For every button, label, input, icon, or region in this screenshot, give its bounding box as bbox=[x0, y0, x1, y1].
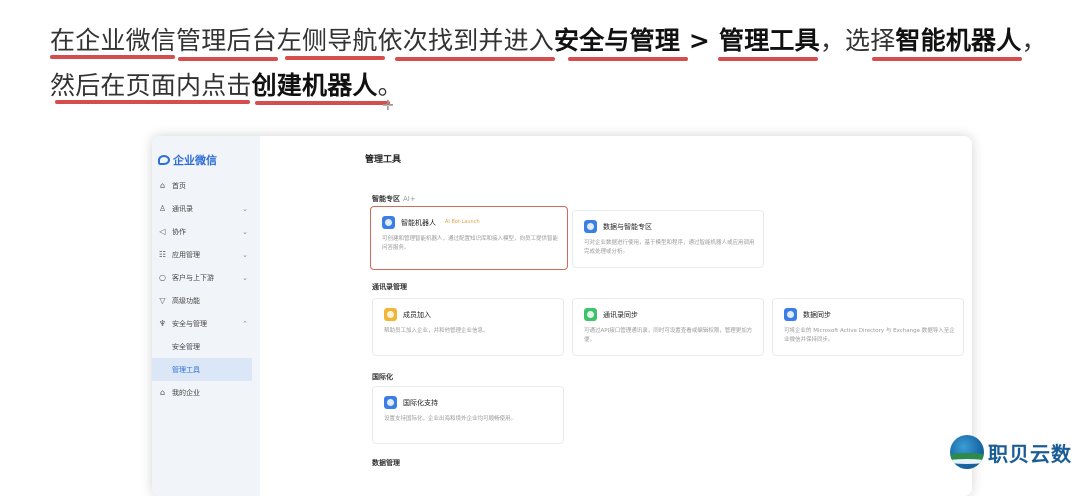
logo-text: 企业微信 bbox=[173, 154, 217, 167]
tile-title: 数据同步 bbox=[803, 311, 831, 319]
instr-highlight: 管理工具 bbox=[719, 26, 820, 55]
home-icon: ⌂ bbox=[159, 181, 166, 190]
section-title: 通讯录管理 bbox=[372, 283, 407, 291]
watermark: 职贝云数 bbox=[950, 435, 1072, 469]
sidebar-item-label: 高级功能 bbox=[172, 296, 200, 305]
sidebar-item-label: 应用管理 bbox=[172, 250, 200, 259]
instr-part: 然后在页面内点击 bbox=[50, 71, 252, 100]
sidebar-item-contacts[interactable]: ♙ 通讯录 ⌄ bbox=[152, 197, 260, 220]
underline-mark bbox=[395, 57, 555, 61]
underline-mark bbox=[872, 57, 1022, 61]
instr-part: 在企业微信管理后台左侧导航依次找到并进入 bbox=[50, 26, 555, 55]
chevron-down-icon: ⌄ bbox=[242, 273, 248, 282]
tile-title: 数据与智能专区 bbox=[603, 223, 652, 231]
member-icon bbox=[384, 308, 397, 321]
instr-part: ， bbox=[1021, 26, 1047, 55]
instr-part: ，选择 bbox=[819, 26, 896, 55]
sidebar-item-label: 客户与上下游 bbox=[172, 273, 214, 282]
sidebar-item-mgmt-tools[interactable]: 管理工具 bbox=[152, 358, 252, 381]
underline-mark bbox=[718, 57, 818, 61]
sidebar-item-home[interactable]: ⌂ 首页 bbox=[152, 174, 260, 197]
customers-icon: ○ bbox=[159, 273, 166, 282]
sidebar: 企业微信 ⌂ 首页 ♙ 通讯录 ⌄ ◁ 协作 ⌄ ☷ 应用管理 ⌄ ○ 客户与上… bbox=[152, 136, 260, 496]
underline-mark bbox=[285, 56, 385, 60]
tile-data-sync[interactable]: 数据同步 可将企业的 Microsoft Active Directory 与 … bbox=[772, 298, 964, 356]
instruction-text: 在企业微信管理后台左侧导航依次找到并进入安全与管理 > 管理工具，选择智能机器人… bbox=[50, 18, 1060, 108]
sidebar-item-label: 首页 bbox=[172, 181, 186, 190]
sidebar-item-label: 通讯录 bbox=[172, 204, 193, 213]
chevron-up-icon: ⌃ bbox=[242, 319, 248, 328]
tile-data-ai[interactable]: 数据与智能专区 可对企业数据进行使用，基于模型和程序，通过智能机器人或应用调用完… bbox=[572, 210, 764, 268]
chat-bubble-icon bbox=[158, 155, 170, 165]
chevron-down-icon: ⌄ bbox=[242, 250, 248, 259]
chevron-down-icon: ⌄ bbox=[242, 227, 248, 236]
chevron-down-icon: ⌄ bbox=[242, 204, 248, 213]
sidebar-item-label: 安全与管理 bbox=[172, 319, 207, 328]
section-title: 数据管理 bbox=[372, 459, 400, 467]
tile-desc: 可创建和管理智能机器人，通过配置知识库和接入模型，向员工提供智能问答服务。 bbox=[382, 236, 559, 251]
tile-member-join[interactable]: 成员加入 帮助员工加入企业，并和他管理企业信息。 bbox=[372, 298, 564, 356]
tile-title: 成员加入 bbox=[403, 311, 431, 319]
data-icon bbox=[584, 220, 597, 233]
brand-globe-icon bbox=[950, 435, 984, 469]
underline-mark bbox=[178, 57, 278, 61]
shield-icon: ♆ bbox=[158, 319, 167, 328]
tile-desc: 设置支持国际化，企业出海和境外企业均可顺畅使用。 bbox=[384, 416, 517, 422]
sidebar-item-label: 安全管理 bbox=[172, 342, 200, 351]
tile-smart-robot[interactable]: 智能机器人 AI Bot·Launch 可创建和管理智能机器人，通过配置知识库和… bbox=[370, 206, 568, 270]
tile-desc: 可通过API接口管理通讯录，同时可设置查看或编辑权限，管理更加方便。 bbox=[584, 328, 753, 343]
robot-icon bbox=[382, 216, 395, 229]
sidebar-item-my-company[interactable]: ⌂ 我的企业 bbox=[152, 381, 260, 404]
tile-badge: AI Bot·Launch bbox=[445, 219, 480, 225]
sidebar-item-label: 我的企业 bbox=[172, 388, 200, 397]
section-tag: AI+ bbox=[403, 195, 416, 203]
tile-desc: 可将企业的 Microsoft Active Directory 与 Excha… bbox=[784, 328, 955, 343]
sidebar-nav: ⌂ 首页 ♙ 通讯录 ⌄ ◁ 协作 ⌄ ☷ 应用管理 ⌄ ○ 客户与上下游 ⌄ bbox=[152, 174, 260, 404]
section-contacts: 通讯录管理 bbox=[372, 282, 407, 292]
section-title: 智能专区 bbox=[372, 195, 400, 203]
sidebar-item-security-mgmt[interactable]: 安全管理 bbox=[152, 335, 260, 358]
instr-highlight: 安全与管理 bbox=[554, 26, 681, 55]
page-title: 管理工具 bbox=[365, 155, 402, 165]
section-ai: 智能专区 AI+ bbox=[372, 194, 416, 204]
sidebar-item-customers[interactable]: ○ 客户与上下游 ⌄ bbox=[152, 266, 260, 289]
section-title: 国际化 bbox=[372, 373, 393, 381]
sidebar-item-collab[interactable]: ◁ 协作 ⌄ bbox=[152, 220, 260, 243]
sync-icon bbox=[584, 308, 597, 321]
sidebar-item-label: 协作 bbox=[172, 227, 186, 236]
instr-part: 。 bbox=[377, 71, 403, 100]
app-logo[interactable]: 企业微信 bbox=[158, 152, 217, 168]
sidebar-item-apps[interactable]: ☷ 应用管理 ⌄ bbox=[152, 243, 260, 266]
tile-title: 通讯录同步 bbox=[603, 311, 638, 319]
globe-icon bbox=[384, 396, 397, 409]
section-intl: 国际化 bbox=[372, 372, 393, 382]
sidebar-item-security[interactable]: ♆ 安全与管理 ⌃ bbox=[152, 312, 260, 335]
admin-screenshot: 企业微信 ⌂ 首页 ♙ 通讯录 ⌄ ◁ 协作 ⌄ ☷ 应用管理 ⌄ ○ 客户与上… bbox=[152, 136, 972, 496]
tile-title: 国际化支持 bbox=[403, 399, 438, 407]
watermark-text: 职贝云数 bbox=[988, 441, 1072, 466]
folder-icon bbox=[784, 308, 797, 321]
tile-desc: 可对企业数据进行使用，基于模型和程序，通过智能机器人或应用调用完成处理或分析。 bbox=[584, 240, 755, 255]
collab-icon: ◁ bbox=[159, 227, 166, 236]
instr-sep: > bbox=[680, 26, 719, 55]
instr-highlight: 创建机器人 bbox=[251, 71, 378, 100]
underline-mark bbox=[55, 100, 250, 104]
underline-mark bbox=[255, 101, 390, 105]
main-content: 管理工具 智能专区 AI+ 智能机器人 AI Bot·Launch 可创建和管理智… bbox=[260, 136, 972, 496]
underline-mark bbox=[568, 57, 688, 61]
tile-contact-sync[interactable]: 通讯录同步 可通过API接口管理通讯录，同时可设置查看或编辑权限，管理更加方便。 bbox=[572, 298, 764, 356]
tile-title: 智能机器人 bbox=[401, 219, 436, 227]
company-icon: ⌂ bbox=[159, 388, 166, 397]
cursor-icon: ✛ bbox=[382, 98, 394, 114]
filter-icon: ▽ bbox=[159, 296, 166, 305]
underline-mark bbox=[50, 55, 175, 59]
section-data: 数据管理 bbox=[372, 458, 400, 468]
instr-highlight: 智能机器人 bbox=[895, 26, 1022, 55]
sidebar-item-advanced[interactable]: ▽ 高级功能 bbox=[152, 289, 260, 312]
tile-intl-support[interactable]: 国际化支持 设置支持国际化，企业出海和境外企业均可顺畅使用。 bbox=[372, 386, 564, 444]
tile-desc: 帮助员工加入企业，并和他管理企业信息。 bbox=[384, 328, 489, 334]
contacts-icon: ♙ bbox=[158, 204, 167, 213]
sidebar-item-label: 管理工具 bbox=[172, 365, 200, 374]
apps-icon: ☷ bbox=[158, 250, 167, 259]
